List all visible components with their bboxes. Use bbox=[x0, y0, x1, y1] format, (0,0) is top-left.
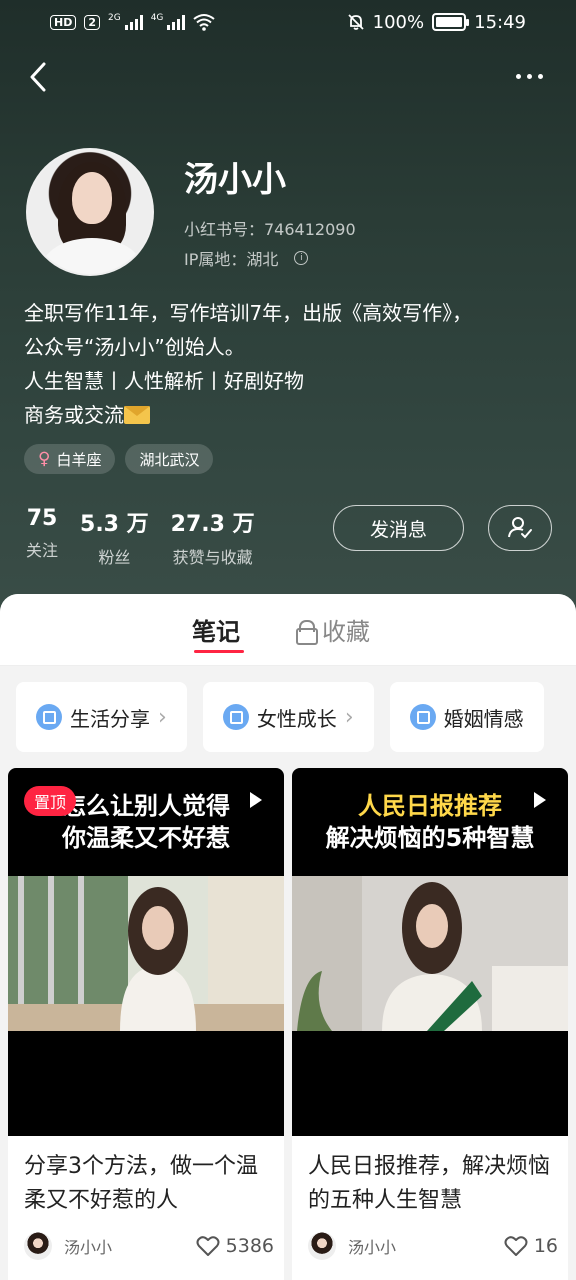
ip-location: IP属地：湖北 i bbox=[184, 246, 309, 270]
content-sheet: 笔记 收藏 生活分享 › 女性成长 › 婚姻情感 怎么让别人觉得 你温柔又不好惹 bbox=[0, 594, 576, 1280]
tab-favorites-label: 收藏 bbox=[322, 618, 370, 646]
video-frame bbox=[8, 876, 284, 1031]
like-count: 5386 bbox=[225, 1235, 274, 1257]
battery-percent: 100% bbox=[372, 11, 425, 33]
note-title: 分享3个方法，做一个温柔又不好惹的人 bbox=[24, 1154, 258, 1213]
author-avatar[interactable] bbox=[24, 1232, 52, 1260]
send-message-button[interactable]: 发消息 bbox=[333, 505, 464, 551]
info-icon[interactable]: i bbox=[294, 251, 309, 265]
tab-favorites[interactable]: 收藏 bbox=[296, 612, 370, 647]
profile-header: HD 2 2G 4G 100% 15:49 汤小小 小红书号：746412090… bbox=[0, 0, 576, 620]
bio-line-contact: 商务或交流 bbox=[24, 398, 554, 432]
stat-label: 获赞与收藏 bbox=[172, 548, 253, 567]
bio-line: 公众号“汤小小”创始人。 bbox=[24, 335, 245, 359]
stat-label: 关注 bbox=[26, 541, 59, 560]
video-frame bbox=[292, 876, 568, 1031]
like-count: 16 bbox=[533, 1235, 558, 1257]
tag-label: 湖北武汉 bbox=[139, 450, 200, 469]
thumbnail-caption: 人民日报推荐 解决烦恼的5种智慧 bbox=[292, 790, 568, 854]
caption-line: 你温柔又不好惹 bbox=[62, 824, 230, 852]
heart-icon bbox=[504, 1236, 528, 1256]
author-avatar[interactable] bbox=[308, 1232, 336, 1260]
more-options-button[interactable] bbox=[516, 66, 550, 86]
status-bar: HD 2 2G 4G 100% 15:49 bbox=[0, 0, 576, 44]
note-thumbnail: 人民日报推荐 解决烦恼的5种智慧 bbox=[292, 768, 568, 1136]
stat-value: 75 bbox=[26, 506, 58, 531]
like-button[interactable]: 16 bbox=[504, 1235, 558, 1257]
stat-value: 5.3 万 bbox=[80, 512, 149, 537]
caption-line: 解决烦恼的5种智慧 bbox=[325, 824, 535, 852]
collection-icon bbox=[36, 704, 62, 730]
profile-stats: 75 关注 5.3 万 粉丝 27.3 万 获赞与收藏 bbox=[26, 506, 255, 568]
play-icon bbox=[534, 792, 546, 808]
chevron-right-icon: › bbox=[344, 704, 354, 730]
stat-likes[interactable]: 27.3 万 获赞与收藏 bbox=[171, 506, 255, 568]
note-footer: 汤小小 5386 bbox=[24, 1230, 274, 1262]
envelope-icon bbox=[124, 406, 150, 424]
collection-icon bbox=[409, 704, 436, 730]
more-dots-icon bbox=[516, 73, 521, 79]
collection-chip[interactable]: 生活分享 › bbox=[16, 682, 187, 752]
ip-location-text: IP属地：湖北 bbox=[184, 250, 279, 269]
collection-label: 生活分享 bbox=[70, 706, 150, 731]
network-label-2g: 2G bbox=[108, 13, 121, 23]
mute-bell-icon bbox=[348, 14, 364, 30]
battery-fill bbox=[436, 17, 463, 27]
clock: 15:49 bbox=[474, 11, 526, 33]
profile-avatar[interactable] bbox=[26, 148, 154, 276]
collection-chip[interactable]: 婚姻情感 bbox=[389, 682, 544, 752]
profile-tabs: 笔记 收藏 bbox=[0, 594, 576, 666]
tag-label: 白羊座 bbox=[56, 450, 102, 469]
collection-icon bbox=[222, 704, 249, 730]
profile-bio: 全职写作11年，写作培训7年，出版《高效写作》， 公众号“汤小小”创始人。 人生… bbox=[24, 296, 554, 432]
lock-icon bbox=[296, 619, 318, 645]
profile-tags: ♀ 白羊座 湖北武汉 bbox=[24, 444, 214, 474]
note-thumbnail: 怎么让别人觉得 你温柔又不好惹 置顶 bbox=[8, 768, 284, 1136]
stat-followers[interactable]: 5.3 万 粉丝 bbox=[80, 506, 149, 568]
stat-following[interactable]: 75 关注 bbox=[26, 506, 58, 568]
collection-label: 女性成长 bbox=[256, 706, 337, 731]
tag-location: 湖北武汉 bbox=[125, 444, 214, 474]
wifi-icon bbox=[193, 14, 216, 31]
stat-value: 27.3 万 bbox=[170, 512, 255, 537]
red-id[interactable]: 小红书号：746412090 bbox=[184, 216, 356, 240]
hd-indicator: HD bbox=[50, 14, 77, 30]
note-card[interactable]: 人民日报推荐 解决烦恼的5种智慧 人民日报推荐，解决烦恼的五种人生智慧 汤小小 … bbox=[292, 768, 568, 1280]
collections-row: 生活分享 › 女性成长 › 婚姻情感 bbox=[16, 682, 544, 752]
status-left: HD 2 2G 4G bbox=[50, 13, 216, 31]
tab-active-indicator bbox=[194, 650, 244, 653]
note-card[interactable]: 怎么让别人觉得 你温柔又不好惹 置顶 分享3个方法，做一个温柔又不好惹的人 汤小… bbox=[8, 768, 284, 1280]
collection-label: 婚姻情感 bbox=[443, 706, 524, 731]
sim-indicator: 2 bbox=[84, 14, 100, 30]
caption-line: 人民日报推荐 bbox=[358, 792, 502, 820]
play-icon bbox=[250, 792, 262, 808]
status-right: 100% 15:49 bbox=[347, 12, 526, 33]
female-icon: ♀ bbox=[38, 449, 51, 469]
chevron-right-icon: › bbox=[158, 704, 167, 730]
author-name[interactable]: 汤小小 bbox=[348, 1234, 396, 1258]
network-label-4g: 4G bbox=[150, 13, 164, 23]
note-footer: 汤小小 16 bbox=[308, 1230, 558, 1262]
stat-label: 粉丝 bbox=[98, 548, 131, 567]
pinned-badge: 置顶 bbox=[24, 786, 77, 816]
top-nav bbox=[0, 52, 576, 102]
tag-zodiac: ♀ 白羊座 bbox=[24, 444, 116, 474]
profile-name: 汤小小 bbox=[184, 160, 286, 200]
collection-chip[interactable]: 女性成长 › bbox=[202, 682, 374, 752]
author-name[interactable]: 汤小小 bbox=[64, 1234, 112, 1258]
battery-icon bbox=[432, 13, 470, 31]
chevron-left-icon bbox=[30, 62, 46, 92]
signal-icon-2 bbox=[167, 14, 186, 30]
note-title: 人民日报推荐，解决烦恼的五种人生智慧 bbox=[308, 1154, 551, 1213]
heart-icon bbox=[196, 1236, 220, 1256]
back-button[interactable] bbox=[22, 60, 54, 94]
signal-icon bbox=[124, 14, 143, 30]
followed-button[interactable] bbox=[488, 505, 552, 551]
bio-line: 商务或交流 bbox=[24, 403, 124, 427]
tab-notes[interactable]: 笔记 bbox=[192, 612, 240, 647]
like-button[interactable]: 5386 bbox=[196, 1235, 274, 1257]
bio-line: 全职写作11年，写作培训7年，出版《高效写作》， bbox=[24, 301, 473, 325]
user-check-icon bbox=[508, 517, 532, 539]
bio-line: 人生智慧丨人性解析丨好剧好物 bbox=[24, 369, 304, 393]
